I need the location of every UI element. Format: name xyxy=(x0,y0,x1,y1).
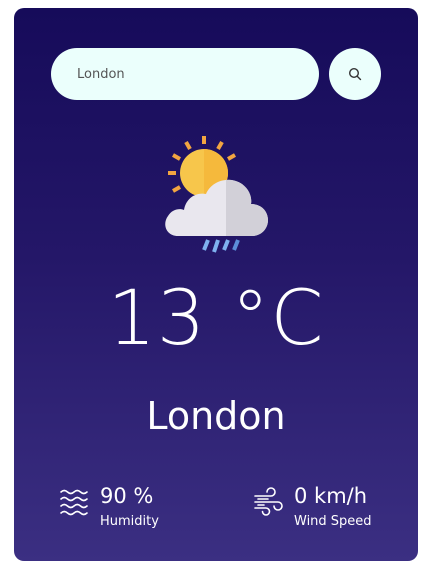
humidity-label: Humidity xyxy=(100,514,159,530)
sun-cloud-rain-icon xyxy=(165,136,268,253)
search-icon xyxy=(348,67,362,81)
humidity-value: 90 % xyxy=(100,484,154,508)
temperature: 13 °C xyxy=(107,273,325,362)
wind-speed-label: Wind Speed xyxy=(294,514,372,530)
search-button[interactable] xyxy=(329,48,381,100)
waves-icon xyxy=(60,489,88,516)
wind-icon xyxy=(254,487,283,516)
wind-detail: 0 km/h Wind Speed xyxy=(252,484,372,529)
city-name: London xyxy=(146,394,286,438)
humidity-detail: 90 % Humidity xyxy=(58,484,159,529)
weather-card: 13 °C London 90 % Humidity xyxy=(14,8,418,561)
search-input[interactable] xyxy=(51,48,319,100)
wind-speed-value: 0 km/h xyxy=(294,484,368,508)
